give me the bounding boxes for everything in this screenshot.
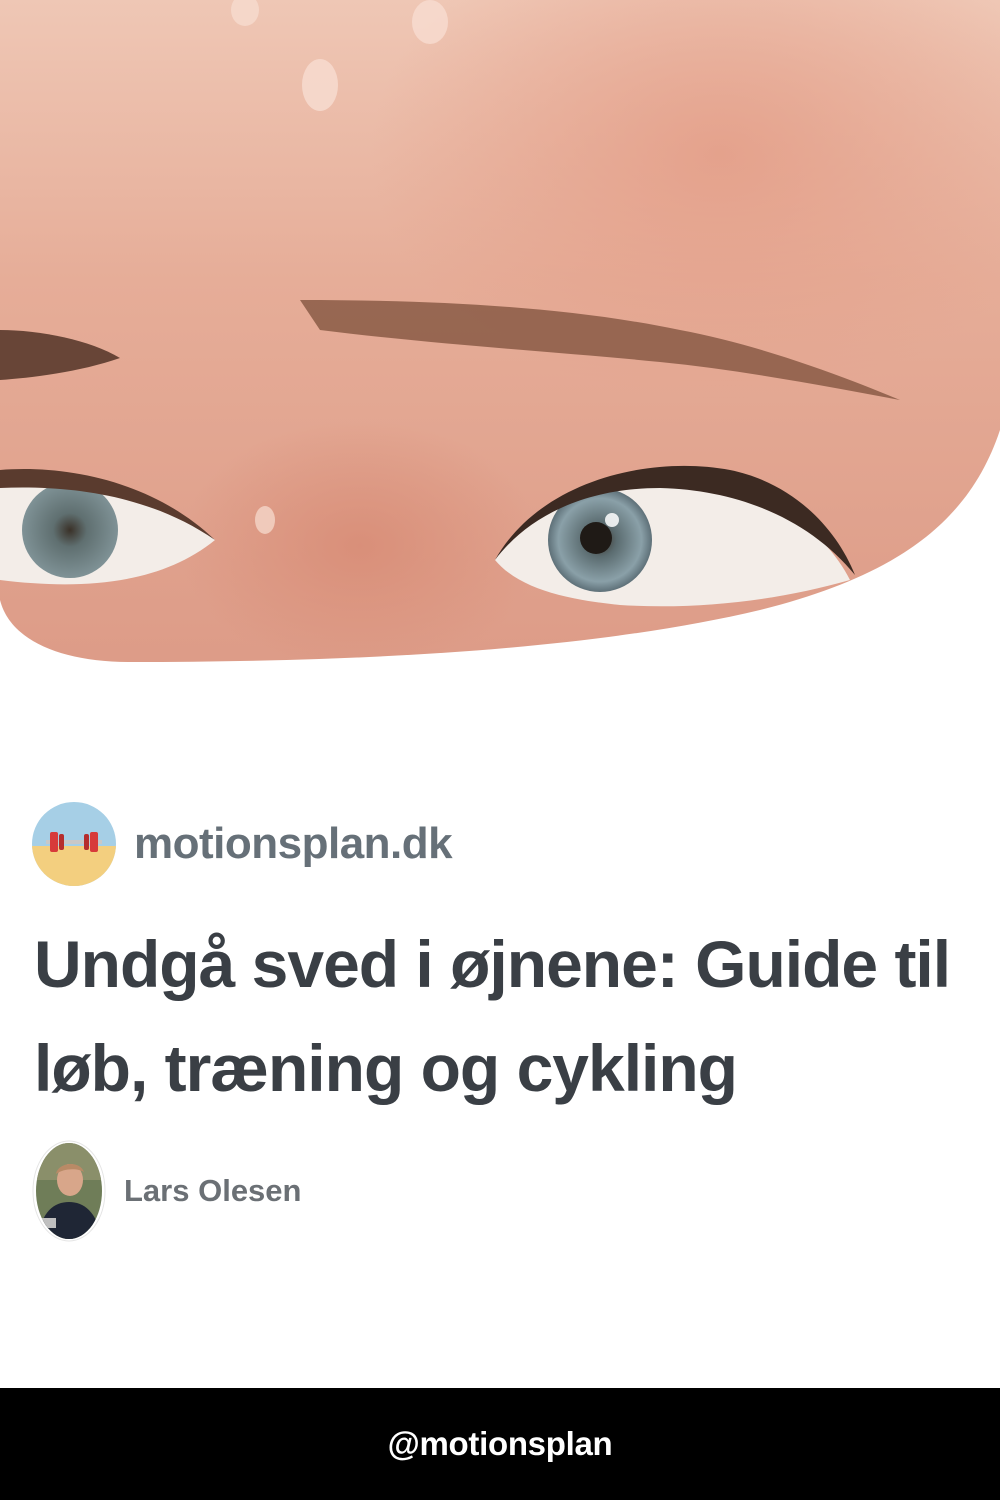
footer-bar: @motionsplan	[0, 1388, 1000, 1500]
author-avatar	[32, 1140, 106, 1242]
site-header: motionsplan.dk	[32, 802, 453, 886]
author-byline: Lars Olesen	[32, 1140, 301, 1242]
footer-handle[interactable]: @motionsplan	[388, 1425, 613, 1463]
hero-photo-illustration	[0, 0, 1000, 662]
barbell-icon	[32, 802, 116, 886]
hero-image	[0, 0, 1000, 700]
article-title: Undgå sved i øjnene: Guide til løb, træn…	[34, 927, 951, 1105]
author-name[interactable]: Lars Olesen	[124, 1173, 301, 1209]
site-name[interactable]: motionsplan.dk	[134, 819, 453, 869]
